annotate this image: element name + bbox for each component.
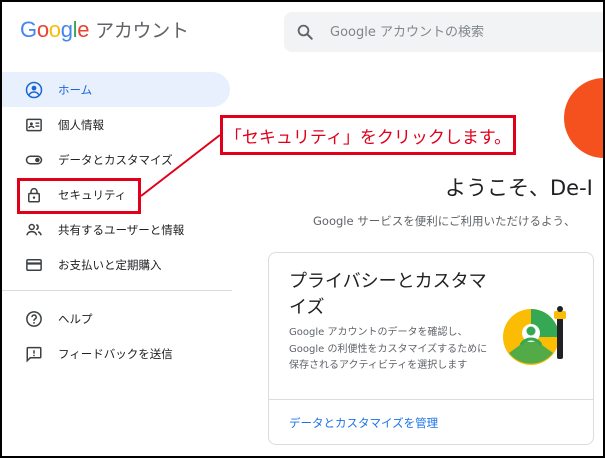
welcome-heading: ようこそ、De-I	[445, 176, 593, 200]
card-title: プライバシーとカスタマイズ	[289, 271, 487, 318]
card-divider	[269, 399, 593, 400]
card-description: Google アカウントのデータを確認し、Google の利便性をカスタマイズす…	[289, 327, 488, 371]
privacy-customization-card[interactable]: プライバシーとカスタマイズ Google アカウントのデータを確認し、Googl…	[268, 252, 594, 445]
annotation-callout: 「セキュリティ」をクリックします。	[220, 115, 516, 155]
security-highlight-box	[17, 178, 141, 214]
privacy-illustration-icon	[499, 297, 579, 381]
screenshot-frame: Google アカウント ホーム 個人情報 データとカスタマイズ	[0, 0, 605, 458]
welcome-subtitle: Google サービスを便利にご利用いただけるよう、	[313, 214, 576, 228]
manage-data-customization-link[interactable]: データとカスタマイズを管理	[289, 415, 438, 431]
